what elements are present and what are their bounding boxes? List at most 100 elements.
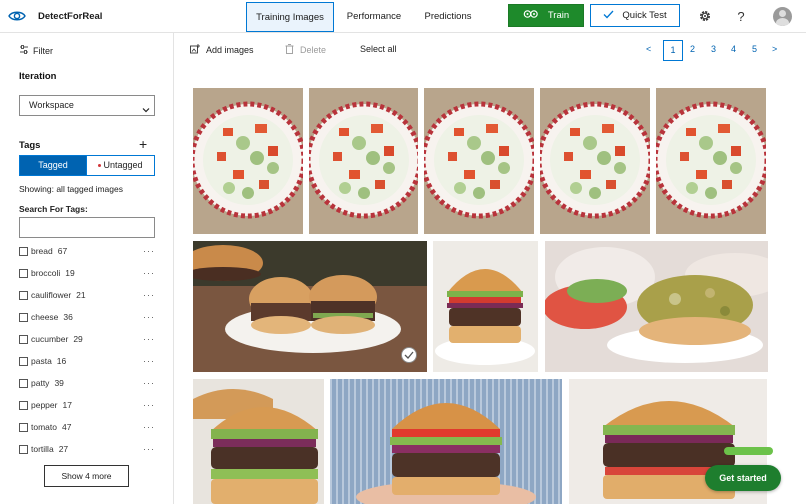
tag-row-tortilla[interactable]: tortilla 27 ···: [19, 442, 155, 456]
more-options-icon[interactable]: ···: [143, 290, 155, 300]
add-tag-icon[interactable]: +: [139, 137, 147, 151]
tag-count: 16: [56, 356, 67, 366]
tag-checkbox[interactable]: [19, 356, 28, 366]
quick-test-label: Quick Test: [622, 10, 667, 21]
page-1-button[interactable]: 1: [663, 40, 683, 61]
untagged-dot-icon: [98, 164, 102, 168]
sliders-icon: [19, 45, 29, 56]
gallery-image-salad[interactable]: [656, 88, 766, 234]
filter-toggle[interactable]: Filter: [19, 45, 53, 56]
tag-name: tortilla: [31, 444, 54, 454]
showing-status: Showing: all tagged images: [19, 184, 123, 194]
tag-row-patty[interactable]: patty 39 ···: [19, 376, 155, 390]
tag-count: 29: [73, 334, 83, 344]
gallery-image-halved-burger[interactable]: [193, 241, 427, 372]
tag-checkbox[interactable]: [19, 312, 28, 322]
more-options-icon[interactable]: ···: [143, 334, 155, 344]
delete-button[interactable]: Delete: [285, 44, 326, 56]
tag-count: 47: [62, 422, 72, 432]
more-options-icon[interactable]: ···: [143, 444, 155, 454]
get-started-button[interactable]: Get started: [705, 465, 781, 491]
gallery-image-burger[interactable]: [193, 379, 324, 504]
checkmark-selected-icon[interactable]: [401, 347, 417, 363]
tab-predictions[interactable]: Predictions: [418, 2, 478, 32]
tab-performance[interactable]: Performance: [340, 2, 408, 32]
tag-count: 17: [62, 400, 72, 410]
iteration-select[interactable]: Workspace: [19, 95, 155, 116]
more-options-icon[interactable]: ···: [143, 400, 155, 410]
search-tags-input[interactable]: [19, 217, 155, 238]
tag-checkbox[interactable]: [19, 422, 28, 432]
add-images-label: Add images: [206, 45, 254, 55]
tag-row-bread[interactable]: bread 67 ···: [19, 244, 155, 258]
tag-row-broccoli[interactable]: broccoli 19 ···: [19, 266, 155, 280]
tag-row-pasta[interactable]: pasta 16 ···: [19, 354, 155, 368]
tag-row-tomato[interactable]: tomato 47 ···: [19, 420, 155, 434]
gallery-image-burger-in-hand[interactable]: [330, 379, 562, 504]
tag-checkbox[interactable]: [19, 334, 28, 344]
tagged-toggle[interactable]: Tagged: [19, 155, 87, 176]
gallery-image-burger[interactable]: [433, 241, 538, 372]
avatar[interactable]: [773, 7, 792, 26]
more-options-icon[interactable]: ···: [143, 246, 155, 256]
tag-count: 67: [57, 246, 68, 256]
more-options-icon[interactable]: ···: [143, 356, 155, 366]
tag-checkbox[interactable]: [19, 290, 28, 300]
page-5-button[interactable]: 5: [752, 44, 757, 54]
select-all-button[interactable]: Select all: [360, 44, 397, 54]
gallery-image-salad[interactable]: [424, 88, 534, 234]
page-next-button[interactable]: >: [772, 44, 777, 54]
gallery-image-salad[interactable]: [193, 88, 303, 234]
tag-checkbox[interactable]: [19, 400, 28, 410]
tab-training-images[interactable]: Training Images: [246, 2, 334, 32]
tag-name: cucumber: [31, 334, 69, 344]
tag-row-cucumber[interactable]: cucumber 29 ···: [19, 332, 155, 346]
gallery-image-veggie-burger[interactable]: [545, 241, 768, 372]
avatar-body-shape: [776, 18, 789, 26]
page-3-button[interactable]: 3: [711, 44, 716, 54]
more-options-icon[interactable]: ···: [143, 422, 155, 432]
train-button[interactable]: Train: [508, 4, 584, 27]
tag-name: cauliflower: [31, 290, 72, 300]
tag-row-pepper[interactable]: pepper 17 ···: [19, 398, 155, 412]
app-title: DetectForReal: [38, 11, 103, 22]
tag-row-cheese[interactable]: cheese 36 ···: [19, 310, 155, 324]
tag-row-cauliflower[interactable]: cauliflower 21 ···: [19, 288, 155, 302]
sidebar: Filter Iteration Workspace Tags + Tagged…: [0, 33, 174, 504]
delete-label: Delete: [300, 45, 327, 55]
tag-name: tomato: [31, 422, 57, 432]
tag-name: pasta: [31, 356, 52, 366]
add-images-button[interactable]: Add images: [190, 44, 254, 56]
tag-name: pepper: [31, 400, 58, 410]
tag-checkbox[interactable]: [19, 268, 28, 278]
tags-heading: Tags: [19, 140, 41, 151]
show-more-button[interactable]: Show 4 more: [44, 465, 129, 487]
chevron-down-icon: [142, 102, 150, 113]
page-2-button[interactable]: 2: [690, 44, 695, 54]
iteration-heading: Iteration: [19, 71, 57, 82]
page-4-button[interactable]: 4: [731, 44, 736, 54]
tag-checkbox[interactable]: [19, 246, 28, 256]
tag-count: 21: [76, 290, 86, 300]
search-tags-label: Search For Tags:: [19, 204, 88, 214]
quick-test-button[interactable]: Quick Test: [590, 4, 680, 27]
top-bar: DetectForReal Training Images Performanc…: [0, 0, 806, 33]
help-icon[interactable]: ?: [733, 8, 749, 24]
gallery-image-salad[interactable]: [309, 88, 418, 234]
gear-icon[interactable]: [697, 8, 713, 24]
eye-icon[interactable]: [8, 8, 26, 24]
filter-label: Filter: [33, 45, 53, 56]
untagged-toggle[interactable]: Untagged: [87, 155, 155, 176]
gears-icon: [523, 9, 538, 22]
more-options-icon[interactable]: ···: [143, 268, 155, 278]
tag-checkbox[interactable]: [19, 378, 28, 388]
page-prev-button[interactable]: <: [646, 44, 651, 54]
tag-count: 19: [65, 268, 75, 278]
tag-name: cheese: [31, 312, 59, 322]
add-image-icon: [190, 44, 200, 56]
more-options-icon[interactable]: ···: [143, 312, 155, 322]
train-label: Train: [547, 10, 570, 21]
more-options-icon[interactable]: ···: [143, 378, 155, 388]
gallery-image-salad[interactable]: [540, 88, 650, 234]
tag-checkbox[interactable]: [19, 444, 28, 454]
